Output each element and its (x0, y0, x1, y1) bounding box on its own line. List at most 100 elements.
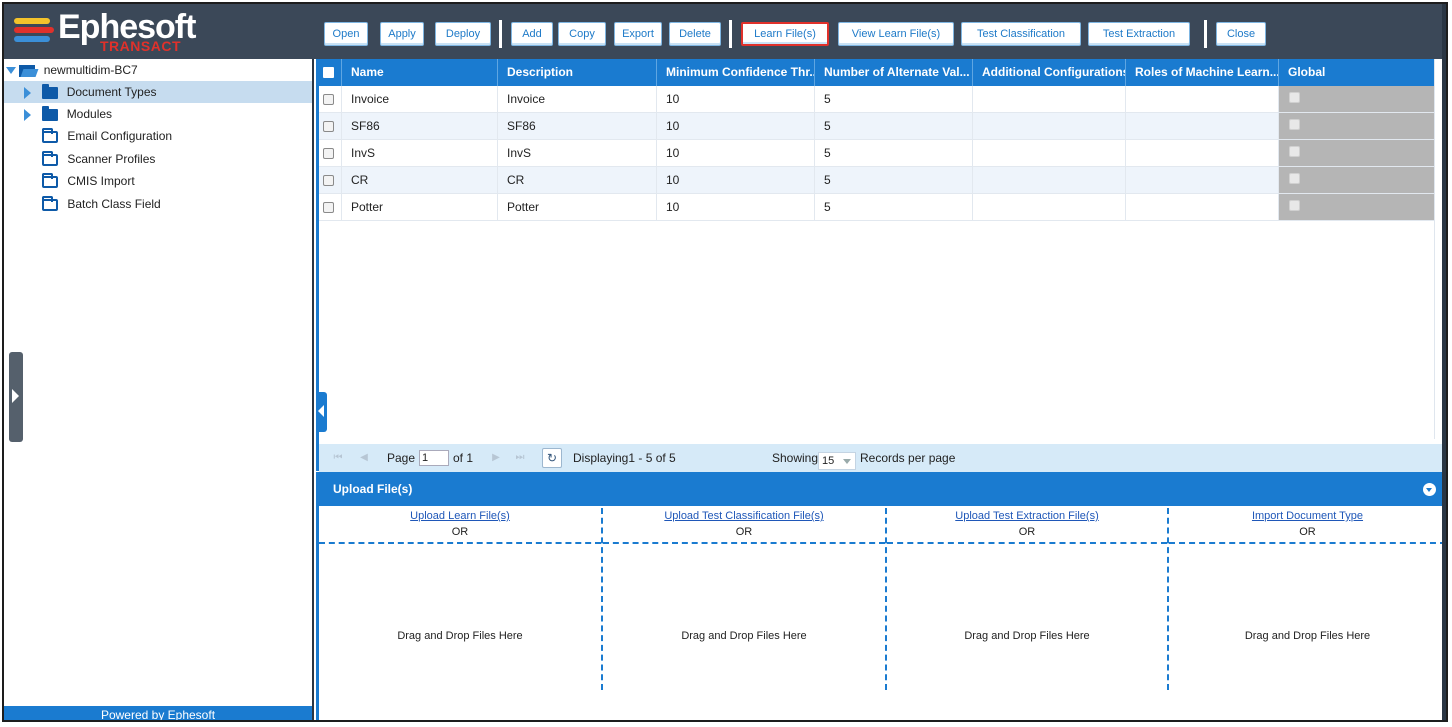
view-learn-files-button[interactable]: View Learn File(s) (838, 22, 954, 46)
cell-name[interactable]: Invoice (342, 86, 498, 113)
expand-down-icon[interactable] (6, 67, 16, 75)
cell-min-confidence[interactable]: 10 (657, 113, 815, 140)
cell-description[interactable]: SF86 (498, 113, 657, 140)
cell-additional-config[interactable] (973, 167, 1126, 194)
records-per-page-label: Records per page (860, 451, 956, 465)
col-header-global[interactable]: Global (1279, 59, 1437, 86)
cell-roles-ml[interactable] (1126, 194, 1279, 221)
last-page-icon[interactable]: ⏭ (511, 450, 529, 466)
cell-name[interactable]: Potter (342, 194, 498, 221)
cell-min-confidence[interactable]: 10 (657, 194, 815, 221)
cell-min-confidence[interactable]: 10 (657, 167, 815, 194)
collapse-icon[interactable] (1423, 483, 1436, 496)
copy-button[interactable]: Copy (558, 22, 606, 46)
toolbar-divider (1204, 20, 1207, 48)
cell-alternate-values[interactable]: 5 (815, 140, 973, 167)
sidebar-item-email-configuration[interactable]: Email Configuration (4, 125, 312, 147)
tree-root[interactable]: newmultidim-BC7 (6, 63, 138, 81)
delete-button[interactable]: Delete (669, 22, 721, 46)
expand-right-icon[interactable] (24, 86, 31, 99)
cell-roles-ml[interactable] (1126, 113, 1279, 140)
select-all-checkbox[interactable] (323, 67, 334, 78)
drop-zone-learn[interactable]: Drag and Drop Files Here (319, 542, 601, 720)
cell-description[interactable]: CR (498, 167, 657, 194)
table-row[interactable]: CR CR 10 5 (319, 167, 1437, 194)
cell-roles-ml[interactable] (1126, 86, 1279, 113)
cell-description[interactable]: Invoice (498, 86, 657, 113)
cell-additional-config[interactable] (973, 113, 1126, 140)
drop-zone-test-extraction[interactable]: Drag and Drop Files Here (887, 542, 1167, 720)
add-button[interactable]: Add (511, 22, 553, 46)
col-header-min-confidence[interactable]: Minimum Confidence Thr... (657, 59, 815, 86)
cell-alternate-values[interactable]: 5 (815, 113, 973, 140)
sidebar-item-modules[interactable]: Modules (4, 103, 312, 125)
row-checkbox[interactable] (323, 94, 334, 106)
cell-additional-config[interactable] (973, 194, 1126, 221)
sidebar-item-label: Document Types (66, 85, 157, 99)
cell-additional-config[interactable] (973, 140, 1126, 167)
sidebar-item-batch-class-field[interactable]: Batch Class Field (4, 193, 312, 215)
upload-learn-files-link[interactable]: Upload Learn File(s) (319, 510, 601, 522)
col-header-additional-config[interactable]: Additional Configurations (973, 59, 1126, 86)
cell-name[interactable]: InvS (342, 140, 498, 167)
row-checkbox[interactable] (323, 121, 334, 133)
expand-right-icon[interactable] (24, 108, 31, 121)
panel-collapse-handle[interactable] (316, 392, 327, 432)
top-bar: Ephesoft TRANSACT Open Apply Deploy Add … (4, 4, 1446, 59)
first-page-icon[interactable]: ⏮ (329, 450, 347, 466)
col-header-roles-ml[interactable]: Roles of Machine Learn... (1126, 59, 1279, 86)
cell-additional-config[interactable] (973, 86, 1126, 113)
deploy-button[interactable]: Deploy (435, 22, 491, 46)
next-page-icon[interactable]: ▶ (487, 450, 505, 466)
upload-test-extraction-link[interactable]: Upload Test Extraction File(s) (887, 510, 1167, 522)
sidebar-item-scanner-profiles[interactable]: Scanner Profiles (4, 148, 312, 170)
table-row[interactable]: InvS InvS 10 5 (319, 140, 1437, 167)
cell-alternate-values[interactable]: 5 (815, 167, 973, 194)
refresh-icon[interactable]: ↻ (542, 448, 562, 468)
drop-zone-import-document-type[interactable]: Drag and Drop Files Here (1169, 542, 1446, 720)
cell-name[interactable]: SF86 (342, 113, 498, 140)
cell-description[interactable]: InvS (498, 140, 657, 167)
folder-outline-icon (42, 127, 58, 143)
sidebar-item-document-types[interactable]: Document Types (4, 81, 312, 103)
row-checkbox[interactable] (323, 148, 334, 160)
records-per-page-select[interactable]: 15 (818, 452, 856, 470)
global-checkbox (1289, 200, 1300, 211)
cell-alternate-values[interactable]: 5 (815, 194, 973, 221)
test-extraction-button[interactable]: Test Extraction (1088, 22, 1190, 46)
cell-description[interactable]: Potter (498, 194, 657, 221)
table-row[interactable]: Invoice Invoice 10 5 (319, 86, 1437, 113)
cell-roles-ml[interactable] (1126, 140, 1279, 167)
row-checkbox[interactable] (323, 175, 334, 187)
drop-zone-test-classification[interactable]: Drag and Drop Files Here (603, 542, 885, 720)
row-checkbox[interactable] (323, 202, 334, 214)
sidebar-tree: newmultidim-BC7 Document Types Modules E… (4, 59, 314, 720)
sidebar-item-cmis-import[interactable]: CMIS Import (4, 170, 312, 192)
cell-name[interactable]: CR (342, 167, 498, 194)
tree-root-label: newmultidim-BC7 (43, 63, 138, 77)
page-number-input[interactable]: 1 (419, 450, 449, 466)
cell-roles-ml[interactable] (1126, 167, 1279, 194)
prev-page-icon[interactable]: ◀ (355, 450, 373, 466)
cell-min-confidence[interactable]: 10 (657, 140, 815, 167)
test-classification-button[interactable]: Test Classification (961, 22, 1081, 46)
table-row[interactable]: SF86 SF86 10 5 (319, 113, 1437, 140)
export-button[interactable]: Export (614, 22, 662, 46)
col-header-name[interactable]: Name (342, 59, 498, 86)
cell-alternate-values[interactable]: 5 (815, 86, 973, 113)
close-button[interactable]: Close (1216, 22, 1266, 46)
sidebar-toggle-handle[interactable] (9, 352, 23, 442)
learn-files-button[interactable]: Learn File(s) (741, 22, 829, 46)
cell-min-confidence[interactable]: 10 (657, 86, 815, 113)
col-header-description[interactable]: Description (498, 59, 657, 86)
col-header-alternate-values[interactable]: Number of Alternate Val... (815, 59, 973, 86)
import-document-type-link[interactable]: Import Document Type (1169, 510, 1446, 522)
apply-button[interactable]: Apply (380, 22, 424, 46)
table-row[interactable]: Potter Potter 10 5 (319, 194, 1437, 221)
or-label: OR (735, 526, 753, 538)
upload-test-classification-link[interactable]: Upload Test Classification File(s) (603, 510, 885, 522)
folder-icon (42, 83, 59, 99)
page-of-label: of 1 (453, 451, 474, 465)
open-button[interactable]: Open (324, 22, 368, 46)
global-checkbox (1289, 92, 1300, 103)
